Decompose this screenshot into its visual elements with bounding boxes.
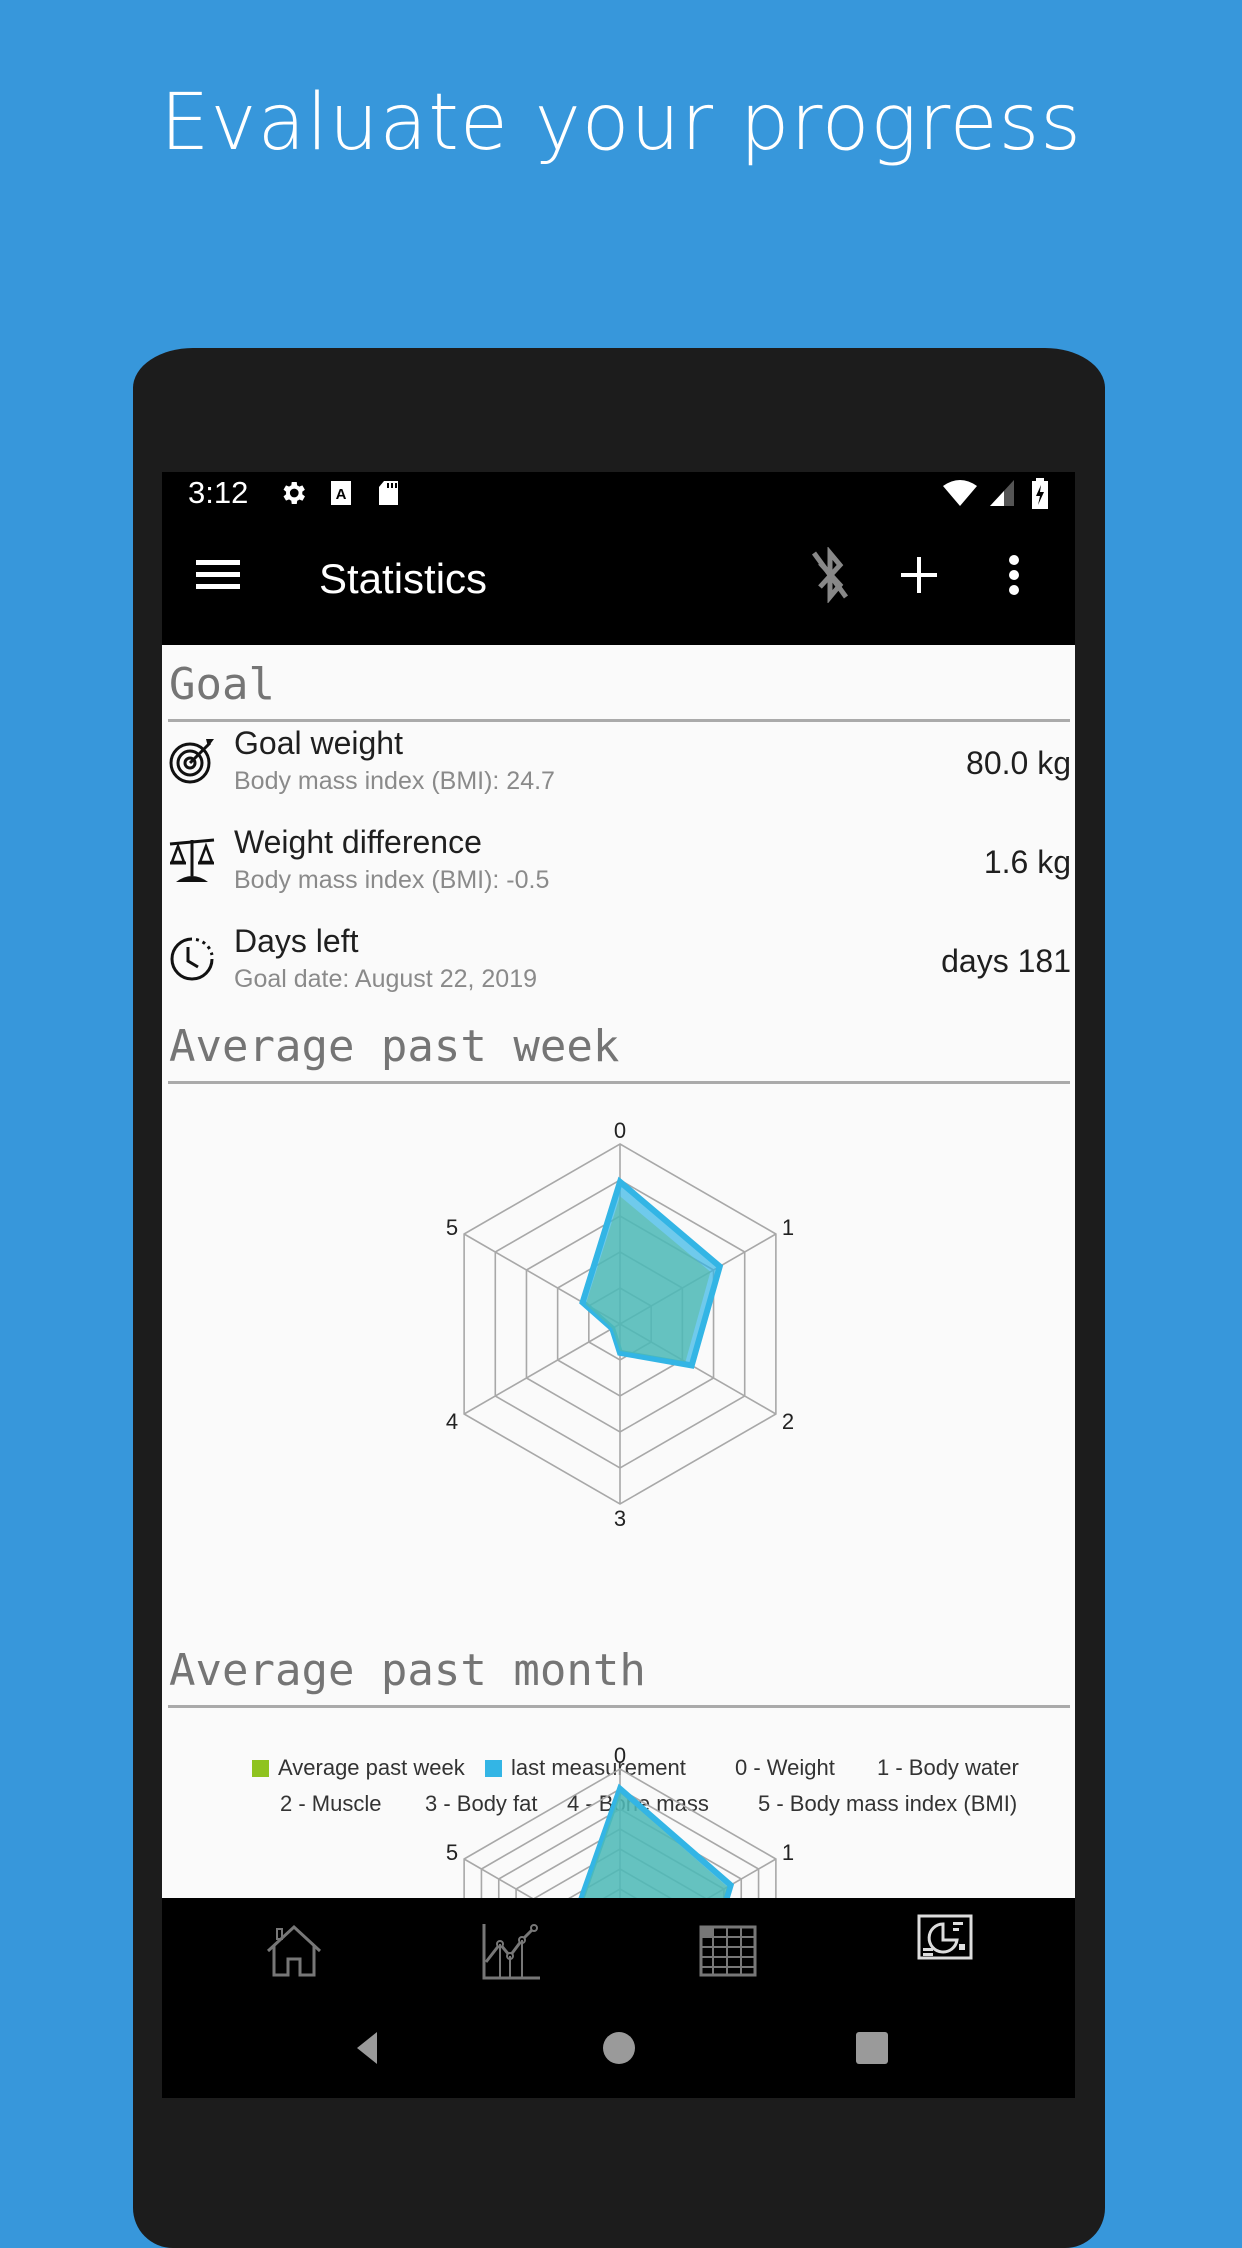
row-value: days 181 [941, 943, 1071, 979]
nav-statistics[interactable] [910, 1902, 980, 1972]
table-icon [699, 1925, 757, 1977]
days-left-row: Days left Goal date: August 22, 2019 day… [162, 921, 1075, 1017]
gear-icon [278, 478, 308, 513]
home-circle-icon [603, 2032, 635, 2064]
system-home-button[interactable] [594, 2028, 644, 2068]
radar-axis-label: 4 [446, 1409, 458, 1434]
statistics-content[interactable]: Goal Goal weight Body mass index (BMI): … [162, 645, 1075, 1898]
row-title: Days left [234, 923, 359, 959]
weight-difference-row: Weight difference Body mass index (BMI):… [162, 822, 1075, 918]
svg-text:A: A [336, 486, 347, 503]
app-screen: 3:12 A Statistics Goal Goal weight Body … [162, 472, 1075, 2098]
radar-axis-label: 1 [782, 1840, 794, 1865]
radar-chart-month: 012345 [446, 1743, 794, 1898]
system-recents-button[interactable] [847, 2028, 897, 2068]
week-section-title: Average past week [169, 1021, 620, 1072]
row-value: 1.6 kg [983, 844, 1071, 880]
radar-axis-label: 5 [446, 1840, 458, 1865]
status-time: 3:12 [188, 475, 249, 510]
radar-spoke [463, 1323, 621, 1415]
section-divider [168, 719, 1070, 722]
row-subtitle: Goal date: August 22, 2019 [234, 965, 538, 993]
radar-axis-label: 0 [614, 1118, 626, 1143]
row-title: Goal weight [234, 725, 403, 761]
system-back-button[interactable] [342, 2028, 392, 2068]
row-title: Weight difference [234, 824, 482, 860]
scale-icon [168, 836, 216, 884]
home-icon [266, 1924, 322, 1977]
app-toolbar: Statistics [162, 515, 1075, 645]
page-title: Statistics [319, 555, 488, 602]
hamburger-menu-icon [196, 560, 240, 589]
bluetooth-button[interactable] [800, 545, 860, 605]
add-icon [901, 557, 937, 593]
promo-headline: Evaluate your progress [160, 78, 1082, 168]
bluetooth-disabled-icon [811, 547, 849, 603]
back-icon [357, 2032, 377, 2064]
section-divider [168, 1081, 1070, 1084]
radar-axis-label: 2 [782, 1409, 794, 1434]
radar-axis-label: 5 [446, 1215, 458, 1240]
radar-chart-week: 0 1 2 3 4 5 [446, 1118, 794, 1531]
wifi-icon [942, 478, 978, 513]
cell-signal-icon [988, 478, 1016, 513]
line-chart-icon [482, 1924, 540, 1980]
nav-graph[interactable] [477, 1916, 547, 1986]
system-navigation-bar [162, 2000, 1075, 2098]
battery-charging-icon [1030, 478, 1050, 515]
statistics-icon [917, 1914, 973, 1960]
timer-icon [168, 935, 216, 983]
more-vert-icon [1009, 555, 1019, 595]
month-section-title: Average past month [169, 1645, 646, 1696]
recents-icon [856, 2032, 888, 2064]
nav-home[interactable] [259, 1916, 329, 1986]
status-bar: 3:12 A [162, 472, 1075, 515]
goal-section-title: Goal [169, 659, 275, 710]
goal-weight-row: Goal weight Body mass index (BMI): 24.7 … [162, 723, 1075, 819]
target-icon [168, 737, 216, 785]
radar-axis-label: 3 [614, 1506, 626, 1531]
sd-card-icon [376, 478, 402, 513]
nav-table[interactable] [693, 1916, 763, 1986]
font-a-icon: A [329, 478, 355, 513]
row-subtitle: Body mass index (BMI): -0.5 [234, 866, 550, 894]
radar-axis-label: 1 [782, 1215, 794, 1240]
menu-button[interactable] [188, 545, 248, 605]
row-value: 80.0 kg [966, 745, 1071, 781]
row-subtitle: Body mass index (BMI): 24.7 [234, 767, 555, 795]
radar-axis-label: 0 [614, 1743, 626, 1768]
add-measurement-button[interactable] [889, 545, 949, 605]
bottom-navigation [162, 1898, 1075, 2000]
overflow-menu-button[interactable] [984, 545, 1044, 605]
